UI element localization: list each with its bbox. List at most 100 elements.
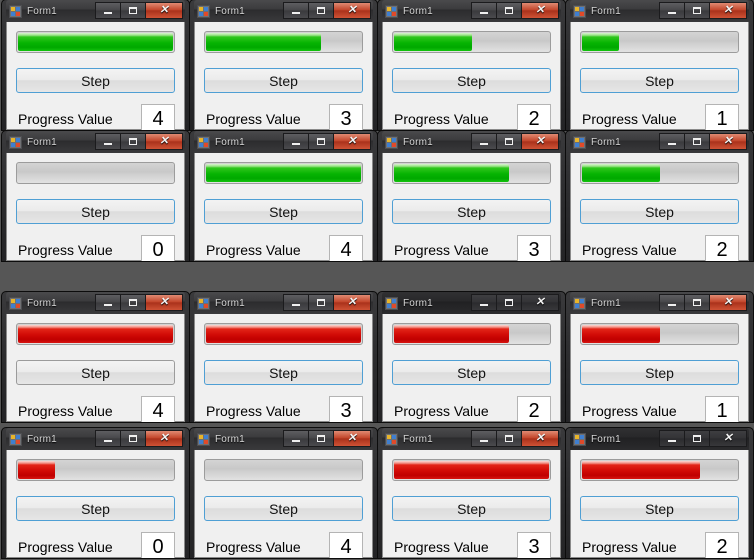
form-window[interactable]: Form1 ✕ Step: [2, 131, 189, 261]
progress-value-field[interactable]: 3: [329, 104, 363, 130]
title-bar[interactable]: Form1 ✕: [194, 0, 373, 22]
close-button[interactable]: ✕: [709, 2, 747, 19]
minimize-button[interactable]: [659, 133, 684, 150]
minimize-button[interactable]: [471, 2, 496, 19]
step-button[interactable]: Step: [392, 68, 551, 93]
step-button[interactable]: Step: [580, 199, 739, 224]
progress-value-field[interactable]: 1: [705, 396, 739, 422]
close-button[interactable]: ✕: [521, 2, 559, 19]
progress-value-field[interactable]: 0: [141, 532, 175, 558]
title-bar[interactable]: Form1 ✕: [6, 131, 185, 153]
close-button[interactable]: ✕: [145, 2, 183, 19]
title-bar[interactable]: Form1 ✕: [570, 0, 749, 22]
close-button[interactable]: ✕: [709, 133, 747, 150]
title-bar[interactable]: Form1 ✕: [6, 292, 185, 314]
close-button[interactable]: ✕: [333, 2, 371, 19]
progress-value-field[interactable]: 4: [329, 532, 363, 558]
close-button[interactable]: ✕: [521, 294, 559, 311]
maximize-button[interactable]: [684, 2, 709, 19]
title-bar[interactable]: Form1 ✕: [570, 131, 749, 153]
maximize-button[interactable]: [496, 133, 521, 150]
title-bar[interactable]: Form1 ✕: [382, 131, 561, 153]
minimize-button[interactable]: [283, 133, 308, 150]
step-button[interactable]: Step: [204, 360, 363, 385]
progress-value-field[interactable]: 2: [517, 396, 551, 422]
minimize-button[interactable]: [95, 133, 120, 150]
minimize-button[interactable]: [471, 133, 496, 150]
minimize-button[interactable]: [95, 2, 120, 19]
form-window[interactable]: Form1 ✕ Step: [2, 292, 189, 422]
form-window[interactable]: Form1 ✕ Step: [378, 292, 565, 422]
title-bar[interactable]: Form1 ✕: [194, 131, 373, 153]
step-button[interactable]: Step: [580, 360, 739, 385]
close-button[interactable]: ✕: [333, 133, 371, 150]
form-window[interactable]: Form1 ✕ Step: [566, 292, 753, 422]
minimize-button[interactable]: [659, 294, 684, 311]
minimize-button[interactable]: [95, 294, 120, 311]
maximize-button[interactable]: [120, 430, 145, 447]
step-button[interactable]: Step: [16, 68, 175, 93]
form-window[interactable]: Form1 ✕ Step: [190, 131, 377, 261]
close-button[interactable]: ✕: [145, 133, 183, 150]
step-button[interactable]: Step: [204, 199, 363, 224]
minimize-button[interactable]: [471, 430, 496, 447]
maximize-button[interactable]: [120, 294, 145, 311]
step-button[interactable]: Step: [392, 360, 551, 385]
minimize-button[interactable]: [283, 294, 308, 311]
title-bar[interactable]: Form1 ✕: [194, 292, 373, 314]
close-button[interactable]: ✕: [333, 430, 371, 447]
close-button[interactable]: ✕: [521, 133, 559, 150]
step-button[interactable]: Step: [204, 496, 363, 521]
progress-value-field[interactable]: 4: [141, 104, 175, 130]
title-bar[interactable]: Form1 ✕: [194, 428, 373, 450]
minimize-button[interactable]: [659, 2, 684, 19]
maximize-button[interactable]: [308, 2, 333, 19]
form-window[interactable]: Form1 ✕ Step: [190, 0, 377, 130]
maximize-button[interactable]: [308, 430, 333, 447]
minimize-button[interactable]: [283, 430, 308, 447]
step-button[interactable]: Step: [16, 496, 175, 521]
form-window[interactable]: Form1 ✕ Step: [566, 0, 753, 130]
step-button[interactable]: Step: [392, 199, 551, 224]
title-bar[interactable]: Form1 ✕: [382, 0, 561, 22]
maximize-button[interactable]: [496, 2, 521, 19]
title-bar[interactable]: Form1 ✕: [570, 292, 749, 314]
progress-value-field[interactable]: 4: [141, 396, 175, 422]
minimize-button[interactable]: [283, 2, 308, 19]
progress-value-field[interactable]: 0: [141, 235, 175, 261]
close-button[interactable]: ✕: [709, 430, 747, 447]
title-bar[interactable]: Form1 ✕: [570, 428, 749, 450]
progress-value-field[interactable]: 3: [329, 396, 363, 422]
progress-value-field[interactable]: 3: [517, 532, 551, 558]
progress-value-field[interactable]: 1: [705, 104, 739, 130]
maximize-button[interactable]: [308, 133, 333, 150]
step-button[interactable]: Step: [16, 360, 175, 385]
form-window[interactable]: Form1 ✕ Step: [378, 131, 565, 261]
minimize-button[interactable]: [471, 294, 496, 311]
maximize-button[interactable]: [684, 430, 709, 447]
progress-value-field[interactable]: 2: [517, 104, 551, 130]
title-bar[interactable]: Form1 ✕: [6, 428, 185, 450]
maximize-button[interactable]: [308, 294, 333, 311]
form-window[interactable]: Form1 ✕ Step: [2, 428, 189, 558]
close-button[interactable]: ✕: [333, 294, 371, 311]
minimize-button[interactable]: [95, 430, 120, 447]
maximize-button[interactable]: [120, 133, 145, 150]
maximize-button[interactable]: [496, 294, 521, 311]
form-window[interactable]: Form1 ✕ Step: [378, 0, 565, 130]
maximize-button[interactable]: [684, 294, 709, 311]
progress-value-field[interactable]: 2: [705, 532, 739, 558]
maximize-button[interactable]: [120, 2, 145, 19]
form-window[interactable]: Form1 ✕ Step: [190, 428, 377, 558]
close-button[interactable]: ✕: [145, 294, 183, 311]
maximize-button[interactable]: [496, 430, 521, 447]
step-button[interactable]: Step: [16, 199, 175, 224]
form-window[interactable]: Form1 ✕ Step: [2, 0, 189, 130]
form-window[interactable]: Form1 ✕ Step: [378, 428, 565, 558]
progress-value-field[interactable]: 3: [517, 235, 551, 261]
step-button[interactable]: Step: [580, 496, 739, 521]
close-button[interactable]: ✕: [145, 430, 183, 447]
close-button[interactable]: ✕: [521, 430, 559, 447]
progress-value-field[interactable]: 2: [705, 235, 739, 261]
form-window[interactable]: Form1 ✕ Step: [566, 428, 753, 558]
